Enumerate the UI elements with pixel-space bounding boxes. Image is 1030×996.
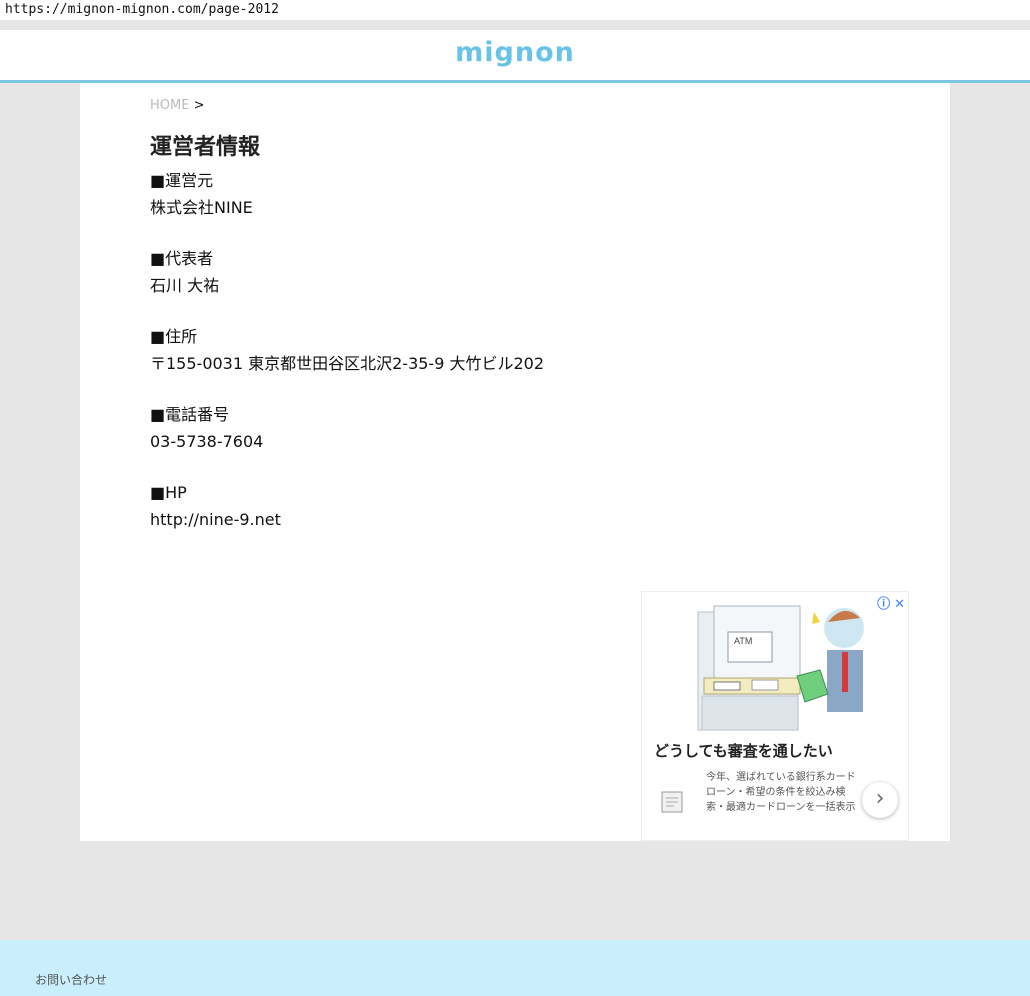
contact-link[interactable]: お問い合わせ — [35, 971, 107, 988]
info-block-operator: ■運営元 株式会社NINE — [150, 167, 850, 221]
ad-controls: ⓘ ✕ — [873, 593, 905, 612]
homepage-link[interactable]: http://nine-9.net — [150, 506, 850, 533]
info-label: ■住所 — [150, 327, 198, 346]
address-bar[interactable]: https://mignon-mignon.com/page-2012 — [0, 0, 1030, 20]
close-icon[interactable]: ✕ — [894, 597, 905, 612]
chevron-right-icon[interactable]: › — [862, 782, 898, 818]
info-value: 03-5738-7604 — [150, 432, 264, 451]
site-footer: お問い合わせ — [0, 940, 1030, 996]
article: HOME > 運営者情報 ■運営元 株式会社NINE ■代表者 石川 大祐 ■住… — [150, 83, 850, 557]
info-block-homepage: ■HP http://nine-9.net — [150, 479, 850, 533]
advertisement[interactable]: ATM ⓘ ✕ どうしても審査を通したい 今年、選ばれている銀行系カードローン・希… — [641, 591, 909, 841]
info-block-phone: ■電話番号 03-5738-7604 — [150, 401, 850, 455]
document-icon — [661, 791, 683, 813]
breadcrumb-separator: > — [193, 98, 205, 113]
info-block-representative: ■代表者 石川 大祐 — [150, 245, 850, 299]
site-header: mignon — [0, 30, 1030, 83]
info-label: ■代表者 — [150, 249, 214, 268]
ad-headline[interactable]: どうしても審査を通したい — [654, 740, 833, 761]
operator-info: ■運営元 株式会社NINE ■代表者 石川 大祐 ■住所 〒155-0031 東… — [150, 167, 850, 533]
site-logo[interactable]: mignon — [455, 37, 575, 68]
page-title: 運営者情報 — [150, 135, 261, 160]
info-label: ■電話番号 — [150, 405, 230, 424]
info-label: ■運営元 — [150, 171, 214, 190]
info-icon[interactable]: ⓘ — [877, 597, 890, 612]
main-content: HOME > 運営者情報 ■運営元 株式会社NINE ■代表者 石川 大祐 ■住… — [80, 83, 950, 841]
info-value: 株式会社NINE — [150, 198, 253, 217]
atm-screen-label: ATM — [734, 636, 752, 646]
info-value: 石川 大祐 — [150, 276, 220, 295]
info-label: ■HP — [150, 483, 187, 502]
breadcrumb: HOME > — [150, 98, 850, 113]
ad-body-text[interactable]: 今年、選ばれている銀行系カードローン・希望の条件を絞込み検索・最適カードローンを… — [706, 770, 856, 815]
info-block-address: ■住所 〒155-0031 東京都世田谷区北沢2-35-9 大竹ビル202 — [150, 323, 850, 377]
breadcrumb-home-link[interactable]: HOME — [150, 98, 189, 113]
atm-illustration: ATM — [642, 592, 908, 732]
info-value: 〒155-0031 東京都世田谷区北沢2-35-9 大竹ビル202 — [150, 354, 545, 373]
